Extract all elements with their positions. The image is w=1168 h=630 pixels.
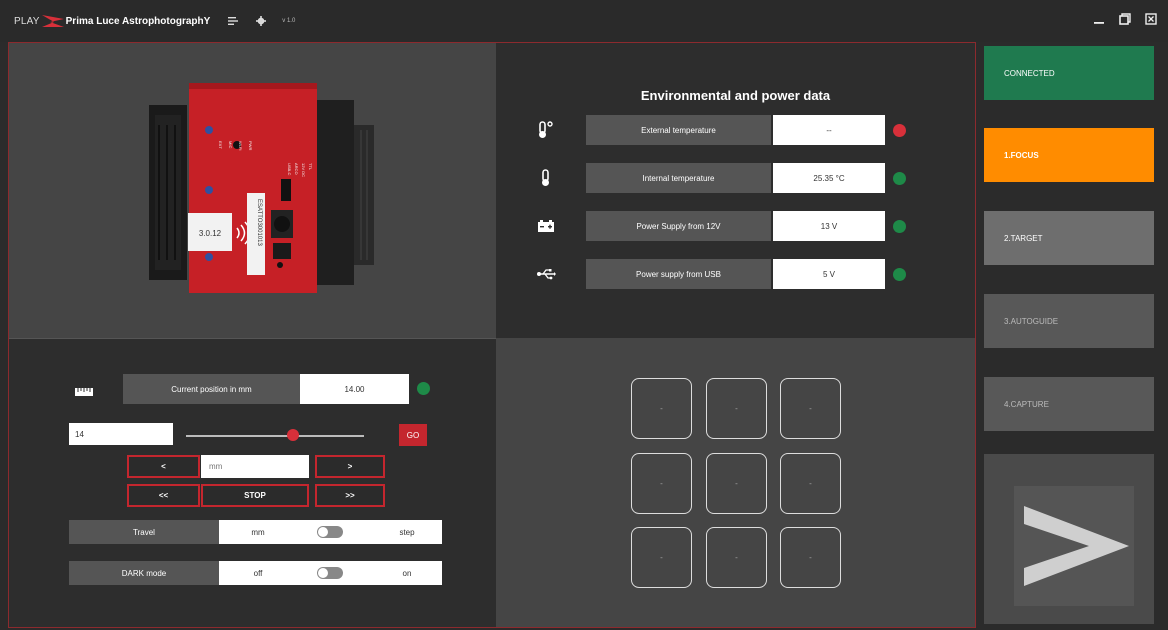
position-slider-thumb[interactable] bbox=[286, 429, 299, 441]
menu-list-icon[interactable] bbox=[228, 16, 239, 26]
env-row-power-12v: Power Supply from 12V 13 V bbox=[526, 211, 926, 241]
connected-button[interactable]: CONNECTED bbox=[984, 46, 1154, 100]
step-autoguide-button[interactable]: 3.AUTOGUIDE bbox=[984, 294, 1154, 348]
dark-mode-option-on[interactable]: on bbox=[372, 561, 442, 585]
travel-option-mm[interactable]: mm bbox=[219, 520, 297, 544]
preset-grid-panel: - - - - - - - - - bbox=[496, 338, 975, 627]
device-port-label: 12V DC bbox=[301, 163, 306, 177]
ruler-icon bbox=[75, 388, 93, 396]
dark-mode-row: DARK mode off on bbox=[69, 561, 442, 585]
usb-icon bbox=[536, 264, 556, 284]
settings-gear-icon[interactable] bbox=[256, 16, 267, 26]
current-position-label: Current position in mm bbox=[123, 374, 300, 404]
primaluce-logo-icon bbox=[41, 15, 64, 27]
minimize-icon[interactable] bbox=[1092, 12, 1106, 26]
close-icon[interactable] bbox=[1144, 12, 1158, 26]
travel-option-step[interactable]: step bbox=[372, 520, 442, 544]
travel-unit-row: Travel mm step bbox=[69, 520, 442, 544]
step-capture-button[interactable]: 4.CAPTURE bbox=[984, 377, 1154, 431]
app-brand: PLAY Prima Luce AstrophotographY bbox=[14, 13, 210, 29]
env-label: External temperature bbox=[586, 115, 771, 145]
position-status-led bbox=[417, 382, 430, 395]
preset-cell[interactable]: - bbox=[706, 378, 767, 439]
status-led-green bbox=[893, 172, 906, 185]
preset-cell[interactable]: - bbox=[780, 453, 841, 514]
device-port-label: ARCO bbox=[294, 163, 299, 175]
title-bar: PLAY Prima Luce AstrophotographY v 1.0 bbox=[0, 0, 1168, 42]
preset-cell[interactable]: - bbox=[706, 453, 767, 514]
device-port-label: Wi-Fi bbox=[238, 141, 243, 150]
next-step-button[interactable] bbox=[984, 454, 1154, 624]
fast-forward-button[interactable]: >> bbox=[315, 484, 385, 507]
status-led-red bbox=[893, 124, 906, 137]
dark-mode-toggle[interactable] bbox=[317, 567, 343, 579]
status-led-green bbox=[893, 268, 906, 281]
thermometer-icon bbox=[536, 168, 556, 188]
go-button[interactable]: GO bbox=[399, 424, 427, 446]
preset-cell[interactable]: - bbox=[631, 378, 692, 439]
version-label: v 1.0 bbox=[282, 18, 296, 24]
preset-cell[interactable]: - bbox=[631, 527, 692, 588]
battery-icon bbox=[536, 216, 556, 236]
stop-button[interactable]: STOP bbox=[201, 484, 309, 507]
window-controls bbox=[1092, 12, 1158, 26]
main-frame: 3.0.12 ESATTO3001013 USB-C ARCO 12V DC TTL PW… bbox=[8, 42, 976, 628]
next-arrow-icon bbox=[1014, 486, 1134, 606]
thermometer-degree-icon bbox=[536, 120, 556, 140]
env-value: 13 V bbox=[773, 211, 885, 241]
step-forward-button[interactable]: > bbox=[315, 455, 385, 478]
travel-toggle-group: mm step bbox=[219, 520, 442, 544]
env-value: 25.35 °C bbox=[773, 163, 885, 193]
step-target-button[interactable]: 2.TARGET bbox=[984, 211, 1154, 265]
device-port-label: TTL bbox=[308, 163, 313, 171]
play-label: PLAY bbox=[14, 15, 40, 27]
dark-mode-toggle-group: off on bbox=[219, 561, 442, 585]
preset-cell[interactable]: - bbox=[631, 453, 692, 514]
device-port-label: PWR bbox=[248, 141, 253, 150]
device-version-label: 3.0.12 bbox=[199, 229, 222, 238]
device-port-label: USB-C bbox=[287, 163, 292, 176]
status-led-green bbox=[893, 220, 906, 233]
device-image-panel: 3.0.12 ESATTO3001013 USB-C ARCO 12V DC TTL PW… bbox=[9, 43, 496, 338]
travel-toggle[interactable] bbox=[317, 526, 343, 538]
env-value: -- bbox=[773, 115, 885, 145]
travel-label: Travel bbox=[69, 520, 219, 544]
device-port-label: EXT bbox=[218, 141, 223, 149]
preset-cell[interactable]: - bbox=[706, 527, 767, 588]
device-serial-label: ESATTO3001013 bbox=[256, 199, 262, 246]
dark-mode-option-off[interactable]: off bbox=[219, 561, 297, 585]
restore-icon[interactable] bbox=[1118, 12, 1132, 26]
device-port-label: MIC bbox=[228, 141, 233, 148]
dark-mode-label: DARK mode bbox=[69, 561, 219, 585]
env-label: Power supply from USB bbox=[586, 259, 771, 289]
fast-back-button[interactable]: << bbox=[127, 484, 200, 507]
focuser-device-image: 3.0.12 ESATTO3001013 USB-C ARCO 12V DC TTL PW… bbox=[149, 83, 374, 293]
env-row-power-usb: Power supply from USB 5 V bbox=[526, 259, 926, 289]
app-name: Prima Luce AstrophotographY bbox=[65, 15, 211, 27]
target-position-input[interactable] bbox=[69, 423, 173, 445]
step-back-button[interactable]: < bbox=[127, 455, 200, 478]
env-label: Power Supply from 12V bbox=[586, 211, 771, 241]
current-position-value: 14.00 bbox=[300, 374, 409, 404]
env-value: 5 V bbox=[773, 259, 885, 289]
env-label: Internal temperature bbox=[586, 163, 771, 193]
position-slider-track[interactable] bbox=[186, 435, 364, 437]
preset-cell[interactable]: - bbox=[780, 378, 841, 439]
preset-cell[interactable]: - bbox=[780, 527, 841, 588]
step-size-input[interactable] bbox=[201, 455, 309, 478]
step-focus-button[interactable]: 1.FOCUS bbox=[984, 128, 1154, 182]
environment-panel: Environmental and power data External te… bbox=[496, 43, 975, 338]
focuser-control-panel: Current position in mm 14.00 GO < > << S… bbox=[9, 338, 496, 627]
env-row-internal-temperature: Internal temperature 25.35 °C bbox=[526, 163, 926, 193]
env-row-external-temperature: External temperature -- bbox=[526, 115, 926, 145]
environment-title: Environmental and power data bbox=[640, 88, 831, 103]
